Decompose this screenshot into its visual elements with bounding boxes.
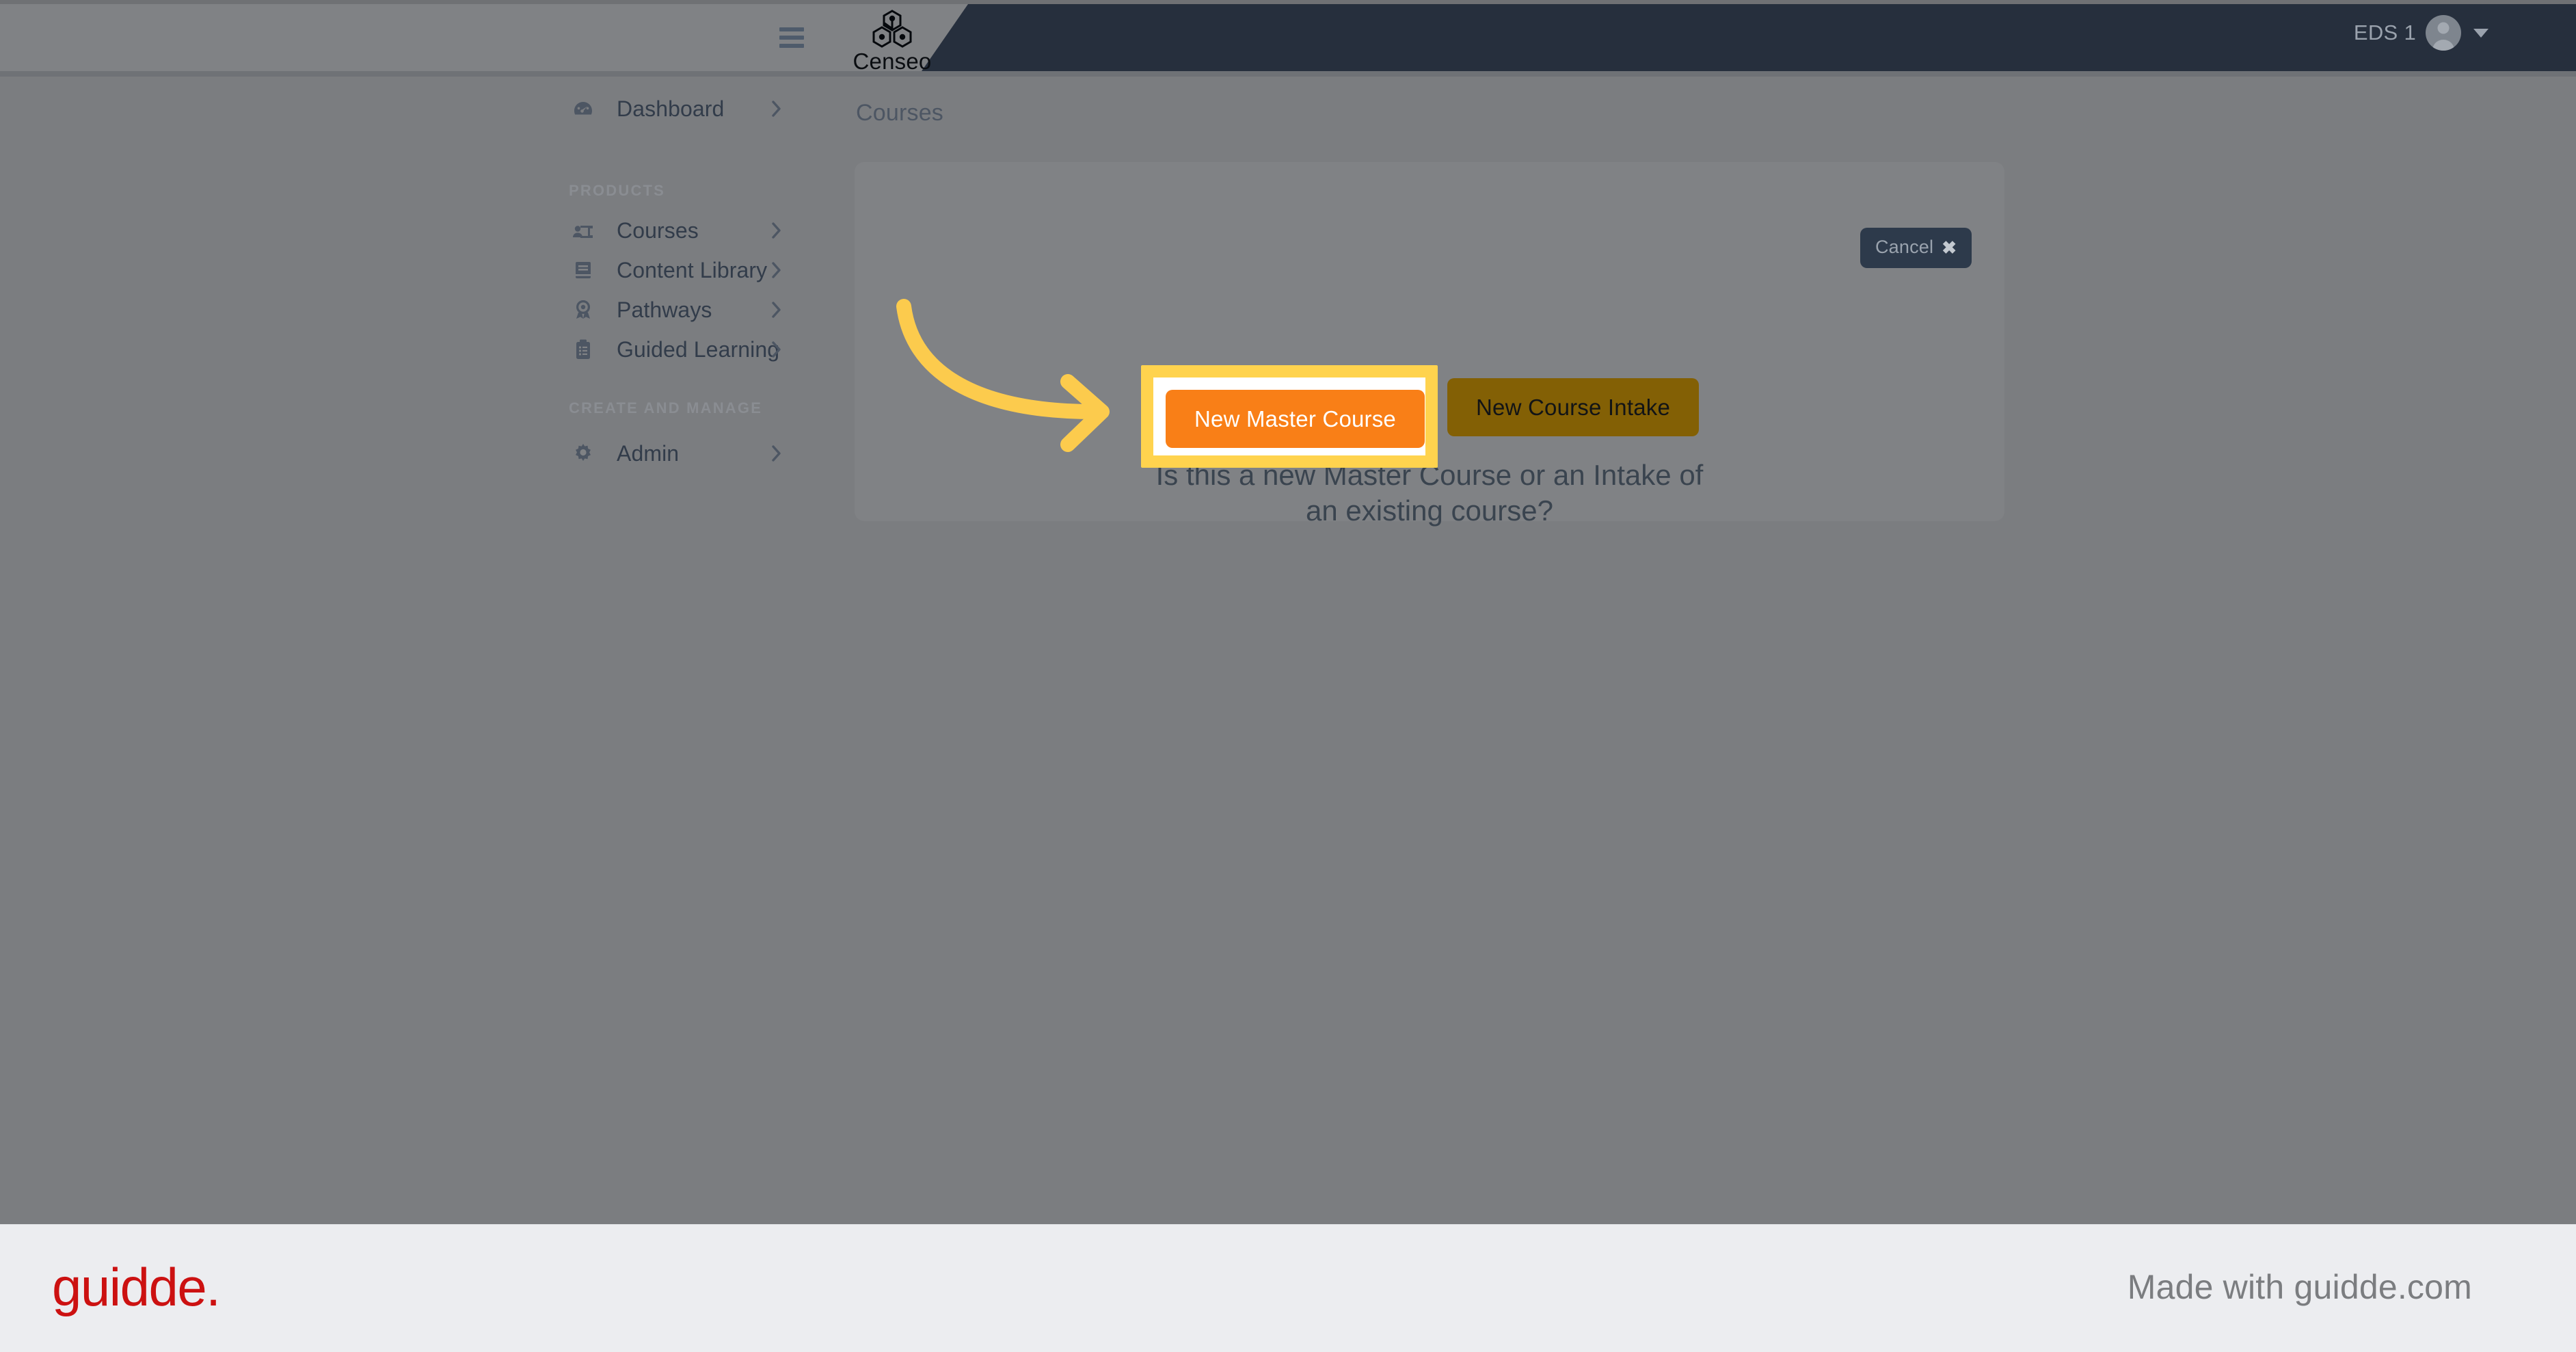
sidebar-item-pathways[interactable]: Pathways: [533, 290, 820, 330]
sidebar-item-label: Courses: [617, 217, 699, 243]
hamburger-bar: [779, 27, 804, 31]
caret-down-icon[interactable]: [2473, 28, 2488, 38]
clipboard-list-icon: [569, 335, 598, 364]
guidde-logo: guidde.: [52, 1257, 221, 1317]
presentation-user-icon: [569, 216, 598, 245]
sidebar-section-create-and-manage: CREATE AND MANAGE: [569, 399, 763, 416]
hamburger-bar: [779, 44, 804, 48]
sidebar-item-dashboard[interactable]: Dashboard: [533, 89, 820, 129]
gear-icon: [569, 439, 598, 468]
sidebar-item-label: Pathways: [617, 297, 712, 322]
user-menu[interactable]: EDS 1: [2354, 15, 2488, 51]
new-master-course-button-highlighted[interactable]: New Master Course: [1166, 390, 1425, 448]
sidebar-navigation: Dashboard PRODUCTS Courses Content Libra…: [533, 89, 820, 473]
chevron-right-icon: [771, 222, 782, 239]
speedometer-icon: [569, 94, 598, 123]
sidebar-item-label: Guided Learning: [617, 336, 780, 362]
page-title: Courses: [856, 100, 944, 126]
book-icon: [569, 256, 598, 284]
brand-name: Censeo: [853, 49, 932, 72]
hamburger-bar: [779, 36, 804, 40]
prompt-question-text: Is this a new Master Course or an Intake…: [1155, 459, 1704, 527]
sidebar-item-guided-learning[interactable]: Guided Learning: [533, 330, 820, 369]
made-with-guidde-text: Made with guidde.com: [2127, 1268, 2472, 1306]
guidde-footer: guidde. Made with guidde.com: [0, 1224, 2576, 1352]
chevron-right-icon: [771, 341, 782, 358]
cancel-button-label: Cancel: [1875, 237, 1934, 257]
cancel-button[interactable]: Cancel ✖: [1860, 228, 1972, 268]
chevron-right-icon: [771, 301, 782, 319]
user-name: EDS 1: [2353, 21, 2416, 44]
sidebar-item-admin[interactable]: Admin: [533, 434, 820, 473]
prompt-question: Is this a new Master Course or an Intake…: [855, 458, 2004, 529]
user-avatar-icon: [2426, 15, 2461, 51]
sidebar-section-products: PRODUCTS: [569, 182, 666, 199]
app-window: Censeo EDS 1 Dashboard PRODUCTS Courses …: [0, 0, 2576, 1352]
sidebar-item-label: Dashboard: [617, 96, 725, 121]
chevron-right-icon: [771, 261, 782, 279]
header-dark-panel: [922, 4, 2576, 71]
chevron-right-icon: [771, 445, 782, 462]
sidebar-item-content-library[interactable]: Content Library: [533, 250, 820, 290]
header-divider: [0, 71, 2576, 77]
hexagon-network-logo: [841, 10, 943, 51]
sidebar-item-label: Content Library: [617, 257, 768, 282]
sidebar-item-courses[interactable]: Courses: [533, 211, 820, 250]
sidebar-item-label: Admin: [617, 440, 680, 466]
chevron-right-icon: [771, 100, 782, 118]
close-x-icon: ✖: [1942, 237, 1957, 258]
hamburger-menu-icon[interactable]: [779, 27, 804, 48]
award-ribbon-icon: [569, 295, 598, 324]
app-header: Censeo EDS 1: [0, 4, 2576, 71]
brand-logo[interactable]: Censeo: [841, 10, 943, 71]
new-course-intake-button[interactable]: New Course Intake: [1447, 378, 1700, 436]
